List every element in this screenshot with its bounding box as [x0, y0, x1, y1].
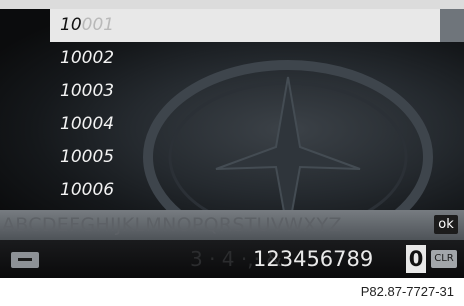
item-label: 10002: [60, 48, 115, 68]
item-label-suggested: 001: [81, 15, 115, 35]
item-label: 10004: [60, 114, 115, 134]
number-keyboard-row: 3 · 4 ·,· & 123456789 0 CLR: [0, 240, 464, 278]
scroll-marker: [440, 9, 464, 42]
list-item[interactable]: 10006: [0, 174, 464, 207]
navigation-screen: 10001 10002 10003 10004 10005 10006 ABCD…: [0, 0, 464, 278]
list-item[interactable]: 10004: [0, 108, 464, 141]
item-label: 10003: [60, 81, 115, 101]
list-item[interactable]: 10005: [0, 141, 464, 174]
ok-button[interactable]: ok: [434, 215, 458, 234]
back-icon[interactable]: [11, 252, 39, 268]
digit-keys[interactable]: 123456789: [253, 240, 373, 278]
results-panel: 10001 10002 10003 10004 10005 10006: [0, 9, 464, 210]
item-label: 10006: [60, 180, 115, 200]
letter-keyboard-row: ABCDEFGHIJKLMNOPQRSTUVWXYZ ok: [0, 210, 464, 240]
list-item[interactable]: 10003: [0, 75, 464, 108]
item-label: 10005: [60, 147, 115, 167]
results-list: 10001 10002 10003 10004 10005 10006: [0, 9, 464, 207]
list-item-selected[interactable]: 10001: [50, 9, 464, 42]
letter-keys-disabled: ABCDEFGHIJKLMNOPQRSTUVWXYZ: [2, 214, 342, 236]
figure-reference: P82.87-7727-31: [360, 284, 454, 299]
clear-button[interactable]: CLR: [431, 250, 457, 268]
top-strip: [0, 0, 464, 9]
selected-digit-key[interactable]: 0: [406, 245, 426, 273]
item-label-typed: 10: [60, 15, 82, 35]
list-item[interactable]: 10002: [0, 42, 464, 75]
